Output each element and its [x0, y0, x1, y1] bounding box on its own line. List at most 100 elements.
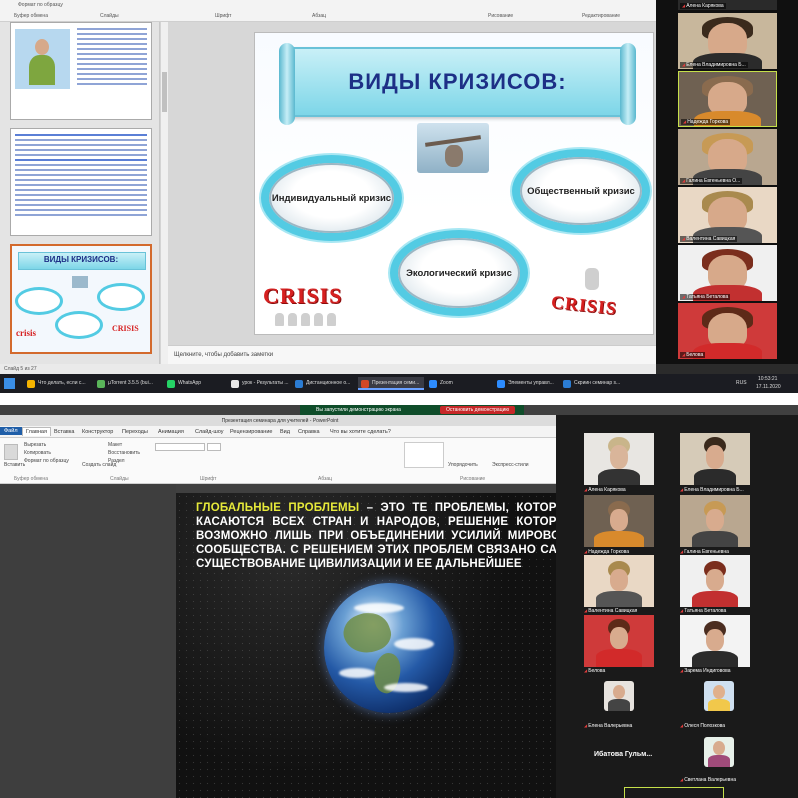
- tab-file[interactable]: Файл: [0, 427, 22, 435]
- participant-avatar[interactable]: [704, 737, 734, 767]
- taskbar-item[interactable]: Zoom: [426, 377, 466, 390]
- copy-button[interactable]: Копировать: [24, 450, 51, 456]
- tab-animations[interactable]: Анимация: [158, 429, 184, 435]
- stop-share-button[interactable]: Остановить демонстрацию: [440, 406, 516, 414]
- thumb-title: ВИДЫ КРИЗИСОВ:: [43, 255, 119, 264]
- ribbon-group-clipboard: Буфер обмена: [14, 13, 48, 19]
- paste-button[interactable]: Вставить: [4, 462, 25, 468]
- participant-tile[interactable]: [680, 433, 750, 485]
- balance-stones-image: [417, 123, 489, 173]
- reset-button[interactable]: Восстановить: [108, 450, 140, 456]
- layout-button[interactable]: Макет: [108, 442, 122, 448]
- participant-name: Елена Валерьевна: [584, 723, 632, 729]
- crisis-figures-image-right: CRISIS: [550, 291, 618, 319]
- participant-tile[interactable]: [584, 555, 654, 607]
- participant-name: Зарема Индиговова: [680, 668, 730, 674]
- slide-text: ГЛОБАЛЬНЫЕ ПРОБЛЕМЫ – ЭТО ТЕ ПРОБЛЕМЫ, К…: [196, 501, 576, 571]
- status-bar: Слайд 5 из 27: [0, 364, 656, 374]
- tab-view[interactable]: Вид: [280, 429, 290, 435]
- ribbon-group-slides: Слайды: [100, 13, 119, 19]
- participant-tile[interactable]: Алена Карякова: [678, 0, 777, 10]
- slide-title: ВИДЫ КРИЗИСОВ:: [348, 69, 567, 94]
- ribbon-group-font: Шрифт: [200, 476, 217, 482]
- participant-tile[interactable]: Валентина Савицкая: [678, 187, 777, 243]
- format-painter-button[interactable]: Формат по образцу: [24, 458, 69, 464]
- participant-tile[interactable]: [584, 615, 654, 667]
- tab-insert[interactable]: Вставка: [54, 429, 74, 435]
- ribbon-group-drawing: Рисование: [460, 476, 486, 482]
- tell-me-search[interactable]: Что вы хотите сделать?: [330, 429, 391, 435]
- figure-pushing: [585, 268, 599, 290]
- slide-thumbnail[interactable]: [10, 128, 152, 236]
- keyboard-language[interactable]: RUS: [736, 380, 747, 386]
- earth-globe-image: [324, 583, 454, 713]
- taskbar-item[interactable]: Дистанционное о...: [292, 377, 356, 390]
- participant-tile[interactable]: [680, 555, 750, 607]
- taskbar-item[interactable]: Скриин семинар s...: [560, 377, 628, 390]
- shapes-gallery[interactable]: [404, 442, 444, 468]
- taskbar-item[interactable]: Элементы управл...: [494, 377, 558, 390]
- tab-help[interactable]: Справка: [298, 429, 320, 435]
- taskbar-item-active[interactable]: Презентация семи...: [358, 377, 424, 390]
- powerpoint-ribbon: Формат по образцу Буфер обмена Слайды Шр…: [0, 0, 656, 22]
- title-banner: ВИДЫ КРИЗИСОВ:: [279, 43, 636, 125]
- participant-tile[interactable]: [584, 433, 654, 485]
- participant-name: Белова: [584, 668, 605, 674]
- ellipse-social-crisis: Общественный кризис: [520, 157, 642, 225]
- taskbar-item[interactable]: урок - Результаты ...: [228, 377, 290, 390]
- ellipse-individual-crisis: Индивидуальный кризис: [269, 163, 394, 233]
- notes-pane[interactable]: Щелкните, чтобы добавить заметки: [168, 345, 656, 364]
- thumb-photo: [15, 29, 70, 89]
- clock-date: 17.11.2020: [756, 384, 781, 390]
- participant-tile[interactable]: [584, 495, 654, 547]
- paste-icon[interactable]: [4, 444, 18, 460]
- ribbon-group-font: Шрифт: [215, 13, 232, 19]
- taskbar-item[interactable]: WhatsApp: [164, 377, 218, 390]
- participant-tile[interactable]: Галина Евгеньевна О...: [678, 129, 777, 185]
- tab-home[interactable]: Главная: [22, 427, 51, 436]
- windows-taskbar: Что делать, если с... µTorrent 3.5.5 (bu…: [0, 374, 798, 393]
- ellipse-ecological-crisis: Экологический кризис: [398, 238, 520, 308]
- ribbon-group-clipboard: Буфер обмена: [14, 476, 48, 482]
- tab-review[interactable]: Рецензирование: [230, 429, 272, 435]
- section-button[interactable]: Раздел: [108, 458, 125, 464]
- zoom-share-bar: Вы запустили демонстрацию экрана Останов…: [300, 405, 524, 415]
- taskbar-item[interactable]: µTorrent 3.5.5 (bui...: [94, 377, 162, 390]
- slide-thumbnail-selected[interactable]: ВИДЫ КРИЗИСОВ: crisis CRISIS: [10, 244, 152, 354]
- participant-name: Валентина Савицкая: [584, 608, 637, 614]
- ribbon-group-editing: Редактирование: [582, 13, 621, 19]
- participant-name-only[interactable]: Ибатова Гульм...: [594, 751, 652, 758]
- participant-tile[interactable]: Белова: [678, 303, 777, 359]
- ribbon-group-drawing: Рисование: [488, 13, 514, 19]
- windows-start-icon[interactable]: [4, 378, 15, 389]
- arrange-button[interactable]: Упорядочить: [448, 462, 478, 468]
- format-painter-button[interactable]: Формат по образцу: [18, 2, 63, 8]
- thumb-text-lines: [11, 131, 151, 219]
- participant-avatar[interactable]: [704, 681, 734, 711]
- zoom-gallery: Алена Карякова Елена Владимировна Б... Н…: [556, 415, 798, 798]
- thumbnails-scrollbar[interactable]: [160, 22, 168, 364]
- tab-transitions[interactable]: Переходы: [122, 429, 148, 435]
- participant-name: Светлана Валерьевна: [680, 777, 736, 783]
- thumb-text-lines: [73, 25, 151, 88]
- participant-avatar[interactable]: [604, 681, 634, 711]
- ribbon-group-slides: Слайды: [110, 476, 129, 482]
- participant-name: Олеся Полозкова: [680, 723, 725, 729]
- participant-tile[interactable]: [680, 615, 750, 667]
- tab-design[interactable]: Конструктор: [82, 429, 113, 435]
- participant-tile[interactable]: Елена Владимировна Б...: [678, 13, 777, 69]
- powerpoint-ribbon: Вставить Вырезать Копировать Формат по о…: [0, 438, 560, 484]
- font-size-select[interactable]: [207, 443, 221, 451]
- participant-tile[interactable]: [680, 495, 750, 547]
- quick-styles-button[interactable]: Экспресс-стили: [492, 462, 529, 468]
- active-speaker-frame: [624, 787, 724, 798]
- cut-button[interactable]: Вырезать: [24, 442, 46, 448]
- participant-tile[interactable]: Татьяна Беталова: [678, 245, 777, 301]
- taskbar-item[interactable]: Что делать, если с...: [24, 377, 92, 390]
- top-screenshot: Формат по образцу Буфер обмена Слайды Шр…: [0, 0, 798, 393]
- participant-tile-active-speaker[interactable]: Надежда Горкова: [678, 71, 777, 127]
- ribbon-group-paragraph: Абзац: [312, 13, 327, 19]
- slide-thumbnail[interactable]: [10, 22, 152, 120]
- font-family-select[interactable]: [155, 443, 205, 451]
- tab-slideshow[interactable]: Слайд-шоу: [195, 429, 224, 435]
